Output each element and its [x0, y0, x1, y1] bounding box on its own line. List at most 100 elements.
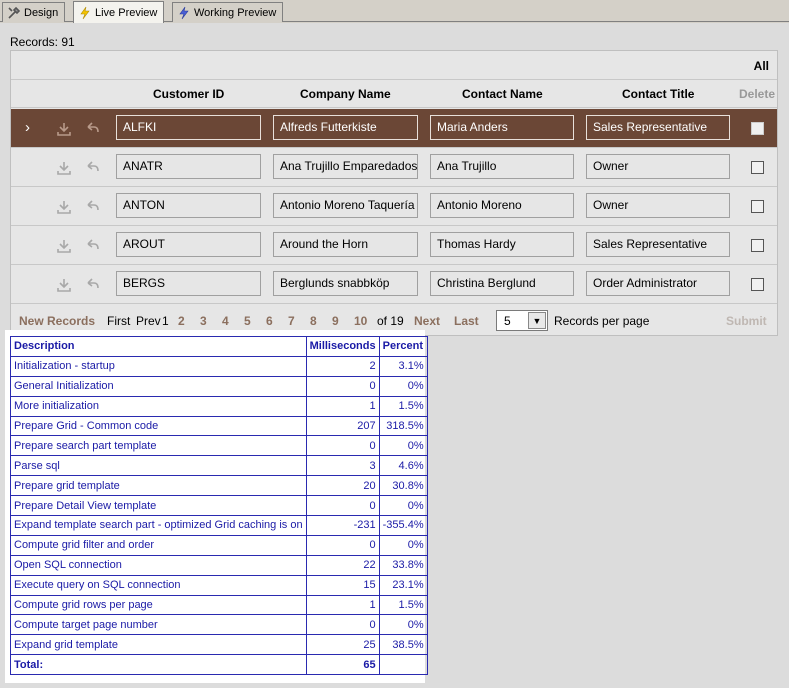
company-name-cell[interactable]: Ana Trujillo Emparedados: [273, 154, 418, 179]
chevron-down-icon[interactable]: ▼: [528, 312, 546, 329]
tab-bar: Design Live Preview Working Preview: [0, 0, 789, 23]
table-row[interactable]: ANTON Antonio Moreno Taquería Antonio More…: [11, 187, 777, 226]
update-row-icon[interactable]: [55, 120, 73, 138]
records-value: 91: [61, 35, 75, 49]
timing-row: Compute grid filter and order 0 0%: [10, 534, 428, 556]
table-row[interactable]: AROUT Around the Horn Thomas Hardy Sales Re…: [11, 226, 777, 265]
contact-name-cell[interactable]: Ana Trujillo: [430, 154, 574, 179]
header-delete: Delete: [739, 87, 776, 101]
prev-page-label: Prev: [136, 314, 161, 328]
timing-total-label: Total:: [10, 654, 307, 676]
last-page-button[interactable]: Last: [454, 314, 479, 328]
next-page-button[interactable]: Next: [414, 314, 440, 328]
delete-checkbox[interactable]: [751, 161, 764, 174]
table-row[interactable]: BERGS Berglunds snabbköp Christina Berglun…: [11, 265, 777, 304]
timing-header-percent: Percent: [378, 336, 428, 357]
timing-percent: 0%: [378, 375, 428, 397]
timing-description: Compute grid rows per page: [10, 594, 307, 616]
header-contact-name[interactable]: Contact Name: [462, 87, 543, 101]
page-link-10[interactable]: 10: [354, 314, 367, 328]
customer-id-cell[interactable]: ANTON: [116, 193, 261, 218]
select-all-link[interactable]: All: [754, 59, 769, 73]
timing-milliseconds: 0: [305, 435, 380, 457]
page-link-9[interactable]: 9: [332, 314, 339, 328]
timing-milliseconds: 20: [305, 475, 380, 497]
records-label: Records:: [10, 35, 59, 49]
timing-milliseconds: 1: [305, 395, 380, 417]
company-name-cell[interactable]: Alfreds Futterkiste: [273, 115, 418, 140]
undo-row-icon[interactable]: [83, 120, 101, 138]
timing-description: Compute grid filter and order: [10, 534, 307, 556]
undo-row-icon[interactable]: [83, 276, 101, 294]
page-link-8[interactable]: 8: [310, 314, 317, 328]
timing-percent: 0%: [378, 435, 428, 457]
timing-description: Prepare grid template: [10, 475, 307, 497]
contact-title-cell[interactable]: Owner: [586, 154, 730, 179]
header-customer-id[interactable]: Customer ID: [153, 87, 224, 101]
undo-row-icon[interactable]: [83, 198, 101, 216]
tab-live-preview[interactable]: Live Preview: [73, 1, 165, 23]
contact-name-cell[interactable]: Maria Anders: [430, 115, 574, 140]
table-row[interactable]: › ALFKI Alfreds Futterkiste Maria Anders Sal…: [11, 109, 777, 148]
header-contact-title[interactable]: Contact Title: [622, 87, 694, 101]
customer-grid: All Customer ID Company Name Contact Nam…: [10, 50, 778, 336]
timing-percent: 3.1%: [378, 355, 428, 377]
delete-checkbox[interactable]: [751, 278, 764, 291]
contact-name-cell[interactable]: Thomas Hardy: [430, 232, 574, 257]
company-name-cell[interactable]: Berglunds snabbköp: [273, 271, 418, 296]
customer-id-cell[interactable]: ANATR: [116, 154, 261, 179]
undo-row-icon[interactable]: [83, 237, 101, 255]
contact-title-cell[interactable]: Owner: [586, 193, 730, 218]
timing-milliseconds: 0: [305, 375, 380, 397]
timing-percent: -355.4%: [378, 515, 428, 536]
timing-percent: 0%: [378, 534, 428, 556]
update-row-icon[interactable]: [55, 198, 73, 216]
timing-row: General Initialization 0 0%: [10, 375, 428, 397]
page-size-value: 5: [504, 314, 511, 328]
delete-checkbox[interactable]: [751, 239, 764, 252]
timing-milliseconds: 0: [305, 614, 380, 636]
timing-milliseconds: 1: [305, 594, 380, 616]
page-link-3[interactable]: 3: [200, 314, 207, 328]
timing-header-row: Description Milliseconds Percent: [10, 336, 428, 357]
update-row-icon[interactable]: [55, 276, 73, 294]
preview-content: Records: 91 All Customer ID Company Name…: [0, 23, 789, 688]
update-row-icon[interactable]: [55, 159, 73, 177]
page-link-7[interactable]: 7: [288, 314, 295, 328]
timing-description: Prepare Detail View template: [10, 495, 307, 517]
timing-row: Expand grid template 25 38.5%: [10, 634, 428, 656]
timing-row: Initialization - startup 2 3.1%: [10, 355, 428, 377]
customer-id-cell[interactable]: AROUT: [116, 232, 261, 257]
company-name-cell[interactable]: Around the Horn: [273, 232, 418, 257]
table-row[interactable]: ANATR Ana Trujillo Emparedados Ana Trujill…: [11, 148, 777, 187]
tab-working-preview[interactable]: Working Preview: [172, 2, 284, 22]
tab-design-label: Design: [24, 6, 59, 19]
tab-design[interactable]: Design: [2, 2, 66, 22]
submit-button[interactable]: Submit: [726, 314, 767, 328]
tab-live-preview-label: Live Preview: [95, 6, 158, 19]
page-size-select[interactable]: 5 ▼: [496, 310, 548, 331]
delete-checkbox[interactable]: [751, 122, 764, 135]
new-records-button[interactable]: New Records: [19, 314, 95, 328]
page-link-2[interactable]: 2: [178, 314, 185, 328]
page-link-6[interactable]: 6: [266, 314, 273, 328]
contact-title-cell[interactable]: Order Administrator: [586, 271, 730, 296]
contact-name-cell[interactable]: Christina Berglund: [430, 271, 574, 296]
contact-title-cell[interactable]: Sales Representative: [586, 232, 730, 257]
page-link-5[interactable]: 5: [244, 314, 251, 328]
timing-description: Prepare Grid - Common code: [10, 415, 307, 437]
timing-row: Open SQL connection 22 33.8%: [10, 554, 428, 576]
page-link-4[interactable]: 4: [222, 314, 229, 328]
undo-row-icon[interactable]: [83, 159, 101, 177]
customer-id-cell[interactable]: BERGS: [116, 271, 261, 296]
timing-row: Prepare Detail View template 0 0%: [10, 495, 428, 517]
customer-id-cell[interactable]: ALFKI: [116, 115, 261, 140]
timing-description: Initialization - startup: [10, 355, 307, 377]
lightning-blue-icon: [179, 6, 189, 19]
delete-checkbox[interactable]: [751, 200, 764, 213]
contact-name-cell[interactable]: Antonio Moreno: [430, 193, 574, 218]
contact-title-cell[interactable]: Sales Representative: [586, 115, 730, 140]
update-row-icon[interactable]: [55, 237, 73, 255]
company-name-cell[interactable]: Antonio Moreno Taquería: [273, 193, 418, 218]
header-company-name[interactable]: Company Name: [300, 87, 391, 101]
